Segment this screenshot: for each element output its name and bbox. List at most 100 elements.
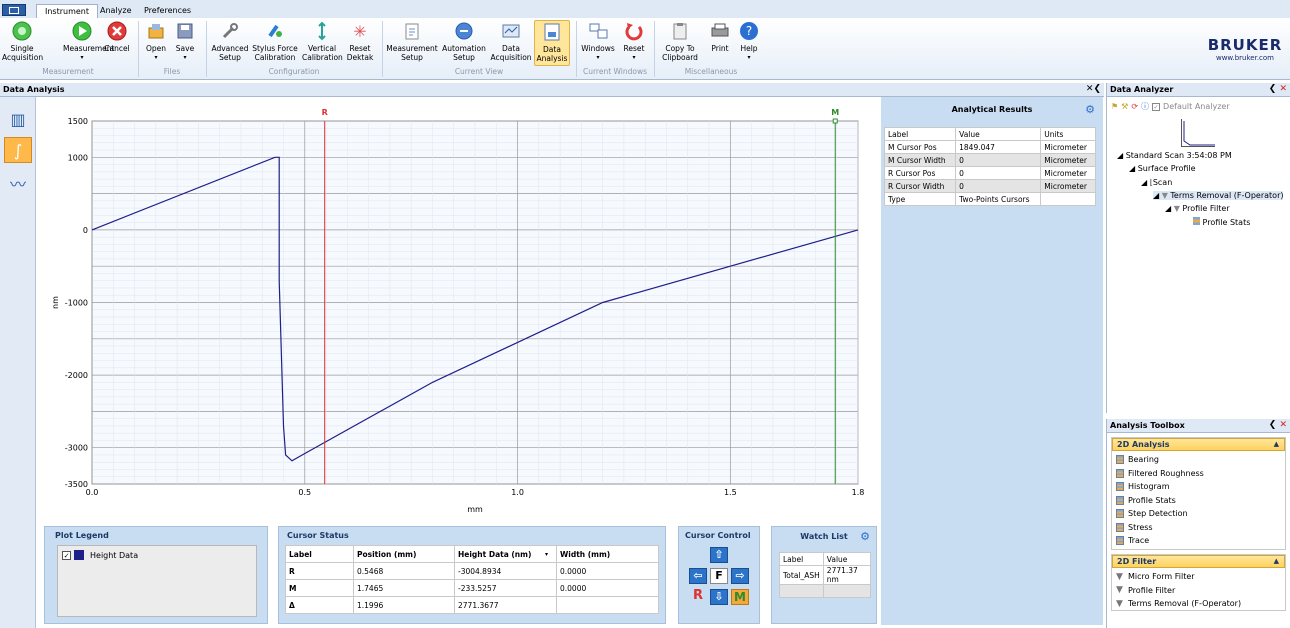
toolbox-item[interactable]: Bearing [1112, 453, 1285, 467]
section-2d-analysis: 2D Analysis ▲ Bearing Filtered Roughness … [1111, 437, 1286, 550]
measurement-button[interactable]: Measurement ▾ [63, 20, 115, 62]
collapse-icon[interactable]: ▲ [1274, 557, 1279, 565]
stylus-force-calibration-button[interactable]: Stylus Force Calibration [252, 20, 298, 62]
automation-setup-label: Automation Setup [442, 44, 486, 62]
cursor-r-button[interactable]: R [689, 589, 707, 605]
cursor-left-icon[interactable]: ⇦ [689, 568, 707, 584]
cursor-right-icon[interactable]: ⇨ [731, 568, 749, 584]
copy-to-clipboard-label: Copy To Clipboard [662, 44, 698, 62]
legend-item[interactable]: ✓ Height Data [62, 550, 138, 560]
tab-instrument[interactable]: Instrument [36, 4, 99, 18]
section-header-2d-filter[interactable]: 2D Filter ▲ [1112, 555, 1285, 568]
toolbox-item[interactable]: ▼ Micro Form Filter [1112, 570, 1285, 584]
tree-item[interactable]: ◢ Surface Profile [1129, 164, 1196, 173]
panel-controls[interactable]: ✕❮ [1086, 84, 1101, 94]
analytical-results-panel: Analytical Results ⚙ Label Value Units M C… [881, 97, 1103, 625]
table-cell: M Cursor Pos [883, 140, 957, 154]
toolbox-controls[interactable]: ❮ ✕ [1269, 420, 1287, 430]
help-button[interactable]: ? Help ▾ [736, 20, 762, 62]
automation-setup-button[interactable]: Automation Setup [440, 20, 488, 62]
profile-chart[interactable]: 1500 1000 0 -1000 -2000 -3000 -3500 0.0 0.5 1.0 1… [36, 97, 879, 520]
col-value: Value [955, 127, 1042, 141]
table-cell: Micrometer [1040, 140, 1096, 154]
tree-icon[interactable]: ⚑ [1111, 102, 1118, 111]
tree-item[interactable]: ◢ ⌊Scan [1141, 178, 1172, 187]
filter-icon[interactable]: ⚒ [1121, 102, 1128, 111]
open-button[interactable]: Open ▾ [145, 20, 167, 62]
tree-item[interactable]: ◢ ▼ Terms Removal (F-Operator) [1153, 191, 1284, 200]
cancel-icon [106, 20, 128, 42]
reset-windows-button[interactable]: Reset ▾ [620, 20, 648, 62]
toolbox-item[interactable]: Filtered Roughness [1112, 467, 1285, 481]
windows-button[interactable]: Windows ▾ [580, 20, 616, 62]
print-button[interactable]: Print [707, 20, 733, 53]
x-axis-label: mm [467, 505, 483, 514]
single-acquisition-button[interactable]: Single Acquisition [2, 20, 43, 62]
data-acquisition-button[interactable]: Data Acquisition [490, 20, 532, 62]
save-button[interactable]: Save ▾ [174, 20, 196, 62]
refresh-icon[interactable]: ⟳ [1131, 102, 1138, 111]
y-tick-label: -2000 [65, 371, 88, 380]
col-label: Label [779, 552, 824, 566]
section-header-2d-analysis[interactable]: 2D Analysis ▲ [1112, 438, 1285, 451]
group-current-view: Current View [454, 67, 504, 76]
line-chart-tool-icon[interactable]: ∫ [4, 137, 32, 163]
col-width: Width (mm) [556, 545, 659, 563]
data-analyzer-controls[interactable]: ❮ ✕ [1269, 84, 1287, 94]
plot-legend-title: Plot Legend [55, 531, 109, 540]
settings-gear-icon[interactable]: ⚙ [1085, 103, 1095, 116]
collapse-icon[interactable]: ▲ [1274, 440, 1279, 448]
toolbox-item[interactable]: Profile Stats [1112, 494, 1285, 508]
plot-legend-panel: Plot Legend ✓ Height Data [44, 526, 268, 624]
tree-item[interactable]: ◢ ▼ Profile Filter [1165, 204, 1230, 213]
checkbox-icon[interactable]: ✓ [1152, 102, 1161, 111]
reset-dektak-button[interactable]: ✳ Reset Dektak [345, 20, 375, 62]
tab-analyze[interactable]: Analyze [92, 4, 140, 18]
toolbox-item[interactable]: Stress [1112, 521, 1285, 535]
cursor-down-icon[interactable]: ⇩ [710, 589, 728, 605]
toolbox-item[interactable]: Histogram [1112, 480, 1285, 494]
trend-tool-icon[interactable]: 〰 [4, 172, 32, 198]
vertical-calibration-button[interactable]: Vertical Calibration [302, 20, 343, 62]
table-cell: M [285, 579, 354, 597]
toolbox-item[interactable]: Trace [1112, 534, 1285, 548]
cursor-up-icon[interactable]: ⇧ [710, 547, 728, 563]
info-icon[interactable]: ⓘ [1141, 101, 1149, 112]
default-analyzer-label: Default Analyzer [1163, 102, 1230, 111]
x-tick-label: 1.8 [852, 488, 865, 497]
table-cell: 0 [955, 153, 1042, 167]
col-height[interactable]: Height Data (nm) [454, 545, 557, 563]
table-cell: 1849.047 [955, 140, 1042, 154]
table-cell [822, 584, 872, 598]
toolbox-item[interactable]: ▼ Profile Filter [1112, 584, 1285, 598]
green-circle-icon [11, 20, 33, 42]
bar-chart-tool-icon[interactable]: ▥ [4, 107, 32, 133]
toolbox-item[interactable]: Step Detection [1112, 507, 1285, 521]
x-ticks: 0.0 0.5 1.0 1.5 1.8 [86, 488, 865, 497]
analysis-icon [541, 21, 563, 43]
copy-to-clipboard-button[interactable]: Copy To Clipboard [658, 20, 702, 62]
y-tick-label: -1000 [65, 299, 88, 308]
measurement-setup-button[interactable]: Measurement Setup [386, 20, 438, 62]
table-cell: 0 [955, 166, 1042, 180]
app-menu-button[interactable] [2, 4, 26, 16]
tree-item[interactable]: ◢ Standard Scan 3:54:08 PM [1117, 151, 1232, 160]
toolbox-item[interactable]: ▼ Terms Removal (F-Operator) [1112, 597, 1285, 611]
cursor-control-title: Cursor Control [685, 531, 751, 540]
tab-preferences[interactable]: Preferences [136, 4, 199, 18]
cursor-f-button[interactable]: F [710, 568, 728, 584]
sort-dropdown-icon[interactable]: ▾ [545, 551, 548, 558]
y-ticks: 1500 1000 0 -1000 -2000 -3000 -3500 [65, 117, 88, 489]
help-label: Help [740, 44, 758, 53]
tree-item[interactable]: Profile Stats [1193, 217, 1250, 227]
cursor-m-button[interactable]: M [731, 589, 749, 605]
reset-dektak-label: Reset Dektak [346, 44, 374, 62]
watch-list-panel: Watch List ⚙ Label Value Total_ASH 2771.37… [771, 526, 877, 624]
bruker-logo: BRUKER www.bruker.com [1203, 22, 1287, 76]
cancel-button[interactable]: Cancel [104, 20, 130, 53]
watch-settings-gear-icon[interactable]: ⚙ [860, 530, 870, 543]
advanced-setup-button[interactable]: Advanced Setup [210, 20, 250, 62]
checkbox-icon[interactable]: ✓ [62, 550, 71, 560]
ribbon: Single Acquisition Measurement ▾ Cancel … [0, 18, 1290, 80]
data-analysis-button[interactable]: Data Analysis [534, 20, 570, 66]
